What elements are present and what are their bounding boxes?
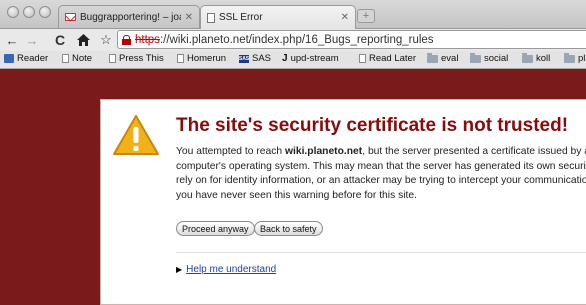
bookmark-star-button[interactable]: ☆ xyxy=(99,31,113,49)
divider xyxy=(176,252,586,253)
bookmark-label: upd-stream xyxy=(290,53,339,64)
broken-lock-icon xyxy=(122,34,131,45)
url-text: ://wiki.planeto.net/index.php/16_Bugs_re… xyxy=(159,33,434,46)
folder-icon xyxy=(564,52,575,63)
tab-title: SSL Error xyxy=(219,12,263,23)
back-button[interactable]: ← xyxy=(4,31,20,49)
bookmark-label: Read Later xyxy=(369,53,417,64)
tab-strip: Buggrapportering! – joakim ✕ SSL Error ✕… xyxy=(0,0,586,29)
bookmark-label: pl xyxy=(578,53,586,64)
folder-icon xyxy=(427,52,438,63)
folder-icon xyxy=(522,52,533,63)
error-heading: The site's security certificate is not t… xyxy=(176,115,569,136)
bookmark-label: Reader xyxy=(17,53,49,64)
bookmark-read-later[interactable]: Read Later xyxy=(359,53,416,64)
gmail-icon xyxy=(65,13,76,21)
minimize-window-button[interactable] xyxy=(23,6,35,18)
back-to-safety-button[interactable]: Back to safety xyxy=(254,221,323,236)
error-description: You attempted to reach wiki.planeto.net,… xyxy=(176,145,586,211)
j-icon: J xyxy=(282,53,288,64)
bookmark-reader[interactable]: Reader xyxy=(4,53,48,64)
bookmark-press-this[interactable]: Press This xyxy=(109,53,164,64)
description-line: you have never seen this warning before … xyxy=(176,189,417,201)
bookmark-label: Note xyxy=(72,53,93,64)
bookmark-label: eval xyxy=(441,53,459,64)
plus-icon: + xyxy=(362,10,370,22)
close-icon[interactable]: ✕ xyxy=(185,12,193,23)
sas-icon: SAS xyxy=(238,54,250,63)
bookmark-homerun[interactable]: Homerun xyxy=(177,53,226,64)
home-icon xyxy=(76,34,90,46)
bookmark-label: koll xyxy=(536,53,551,64)
new-tab-button[interactable]: + xyxy=(357,9,375,23)
forward-button[interactable]: → xyxy=(24,31,40,49)
bookmark-folder-pl[interactable]: pl xyxy=(564,52,586,64)
star-icon: ☆ xyxy=(100,32,112,47)
disclosure-triangle-icon: ▶ xyxy=(176,265,183,274)
home-button[interactable] xyxy=(75,31,91,49)
bookmark-folder-eval[interactable]: eval xyxy=(427,52,459,64)
bookmark-label: Press This xyxy=(119,53,164,64)
reload-button[interactable]: C xyxy=(53,31,67,49)
document-icon xyxy=(109,54,116,63)
bookmark-sas[interactable]: SAS SAS xyxy=(239,53,271,64)
bookmark-label: social xyxy=(484,53,509,64)
zoom-window-button[interactable] xyxy=(39,6,51,18)
help-me-understand-link[interactable]: Help me understand xyxy=(186,264,276,275)
tab-title: Buggrapportering! – joakim xyxy=(80,11,181,23)
document-icon xyxy=(207,12,215,23)
close-icon[interactable]: ✕ xyxy=(341,12,349,23)
toolbar: ← → C ☆ https ://wiki.planeto.net/index.… xyxy=(0,29,586,51)
forward-arrow-icon: → xyxy=(25,32,39,48)
close-window-button[interactable] xyxy=(7,6,19,18)
help-disclosure[interactable]: ▶ Help me understand xyxy=(176,264,276,275)
bookmarks-bar: Reader Note Press This Homerun SAS SAS J… xyxy=(0,51,586,69)
warning-icon xyxy=(113,115,159,155)
description-line: computer's operating system. This may me… xyxy=(176,160,586,172)
description-line: You attempted to reach wiki.planeto.net,… xyxy=(176,146,586,157)
proceed-anyway-button[interactable]: Proceed anyway xyxy=(176,221,255,236)
url-scheme: https xyxy=(135,33,160,46)
bookmark-label: Homerun xyxy=(187,53,227,64)
bookmark-label: SAS xyxy=(252,53,272,64)
tab-ssl-error[interactable]: SSL Error ✕ xyxy=(200,5,356,29)
reload-icon: C xyxy=(54,32,66,48)
bookmark-note[interactable]: Note xyxy=(62,53,92,64)
back-arrow-icon: ← xyxy=(5,32,19,48)
document-icon xyxy=(177,54,184,63)
bookmark-folder-koll[interactable]: koll xyxy=(522,52,551,64)
host-name: wiki.planeto.net xyxy=(284,146,363,157)
document-icon xyxy=(359,54,366,63)
address-bar[interactable]: https ://wiki.planeto.net/index.php/16_B… xyxy=(117,30,586,49)
tab-gmail[interactable]: Buggrapportering! – joakim ✕ xyxy=(58,5,200,28)
bookmark-folder-social[interactable]: social xyxy=(470,52,509,64)
folder-icon xyxy=(470,52,481,63)
description-line: rely on for identity information, or an … xyxy=(176,175,586,186)
document-icon xyxy=(62,54,69,63)
reader-icon xyxy=(4,54,14,63)
bookmark-upd-stream[interactable]: J upd-stream xyxy=(282,53,339,64)
